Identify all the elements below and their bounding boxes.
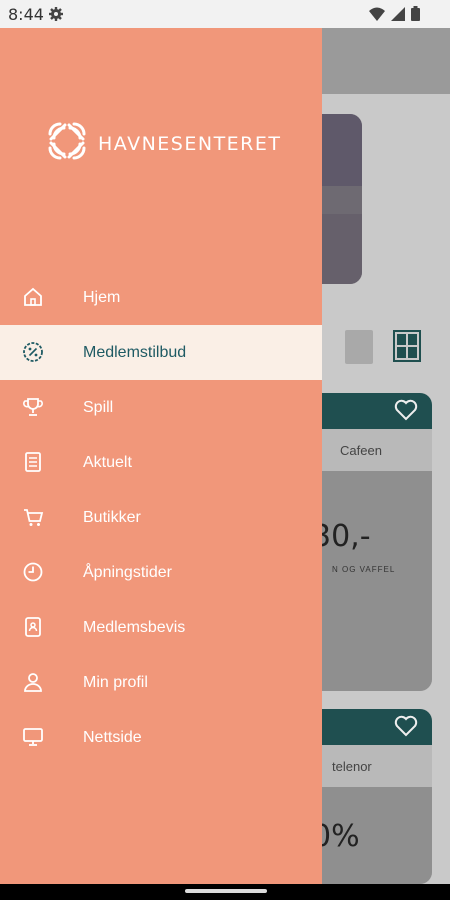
wifi-icon <box>369 7 385 26</box>
nav-item-spill[interactable]: Spill <box>0 380 322 435</box>
battery-icon <box>411 6 420 26</box>
nav-item-label: Spill <box>83 398 114 416</box>
nav-item-label: Butikker <box>83 508 141 526</box>
signal-icon <box>391 6 405 26</box>
nav-item-label: Aktuelt <box>83 453 132 471</box>
home-gesture-handle[interactable] <box>185 889 267 893</box>
nav-item-medlemsbevis[interactable]: Medlemsbevis <box>0 600 322 655</box>
nav-item-label: Nettside <box>83 728 142 746</box>
navigation-drawer: HAVNESENTERET Hjem Medlemstilbud Spill A… <box>0 28 322 884</box>
settings-gear-icon <box>48 6 64 27</box>
heart-icon[interactable] <box>394 399 418 426</box>
nav-item-label: Hjem <box>83 288 121 306</box>
news-icon <box>22 451 44 473</box>
brand-name: HAVNESENTERET <box>98 132 282 155</box>
member-card-icon <box>22 616 44 638</box>
nav-item-label: Medlemstilbud <box>83 343 187 361</box>
nav-item-nettside[interactable]: Nettside <box>0 710 322 765</box>
user-icon <box>22 671 44 693</box>
nav-item-label: Åpningstider <box>83 563 172 581</box>
percent-badge-icon <box>22 341 44 363</box>
status-bar: 8:44 <box>0 0 450 28</box>
trophy-icon <box>22 396 44 418</box>
system-navigation-bar <box>0 884 450 900</box>
heart-icon[interactable] <box>394 715 418 742</box>
nav-item-medlemstilbud[interactable]: Medlemstilbud <box>0 325 322 380</box>
cart-icon <box>22 506 44 528</box>
offer-caption: N OG VAFFEL <box>332 565 396 574</box>
status-time: 8:44 <box>8 5 44 24</box>
grid-view-button[interactable] <box>393 330 421 362</box>
nav-item-hjem[interactable]: Hjem <box>0 270 322 325</box>
nav-item-aktuelt[interactable]: Aktuelt <box>0 435 322 490</box>
nav-item-apningstider[interactable]: Åpningstider <box>0 545 322 600</box>
nav-item-label: Medlemsbevis <box>83 618 186 636</box>
list-view-button[interactable] <box>345 330 373 364</box>
nav-item-min-profil[interactable]: Min profil <box>0 655 322 710</box>
home-icon <box>22 286 44 308</box>
clock-icon <box>22 561 44 583</box>
havnesenteret-logo-icon <box>46 120 88 167</box>
nav-item-label: Min profil <box>83 673 148 691</box>
nav-item-butikker[interactable]: Butikker <box>0 490 322 545</box>
nav-menu: Hjem Medlemstilbud Spill Aktuelt Butikke… <box>0 270 322 765</box>
monitor-icon <box>22 726 44 748</box>
brand: HAVNESENTERET <box>46 120 282 167</box>
